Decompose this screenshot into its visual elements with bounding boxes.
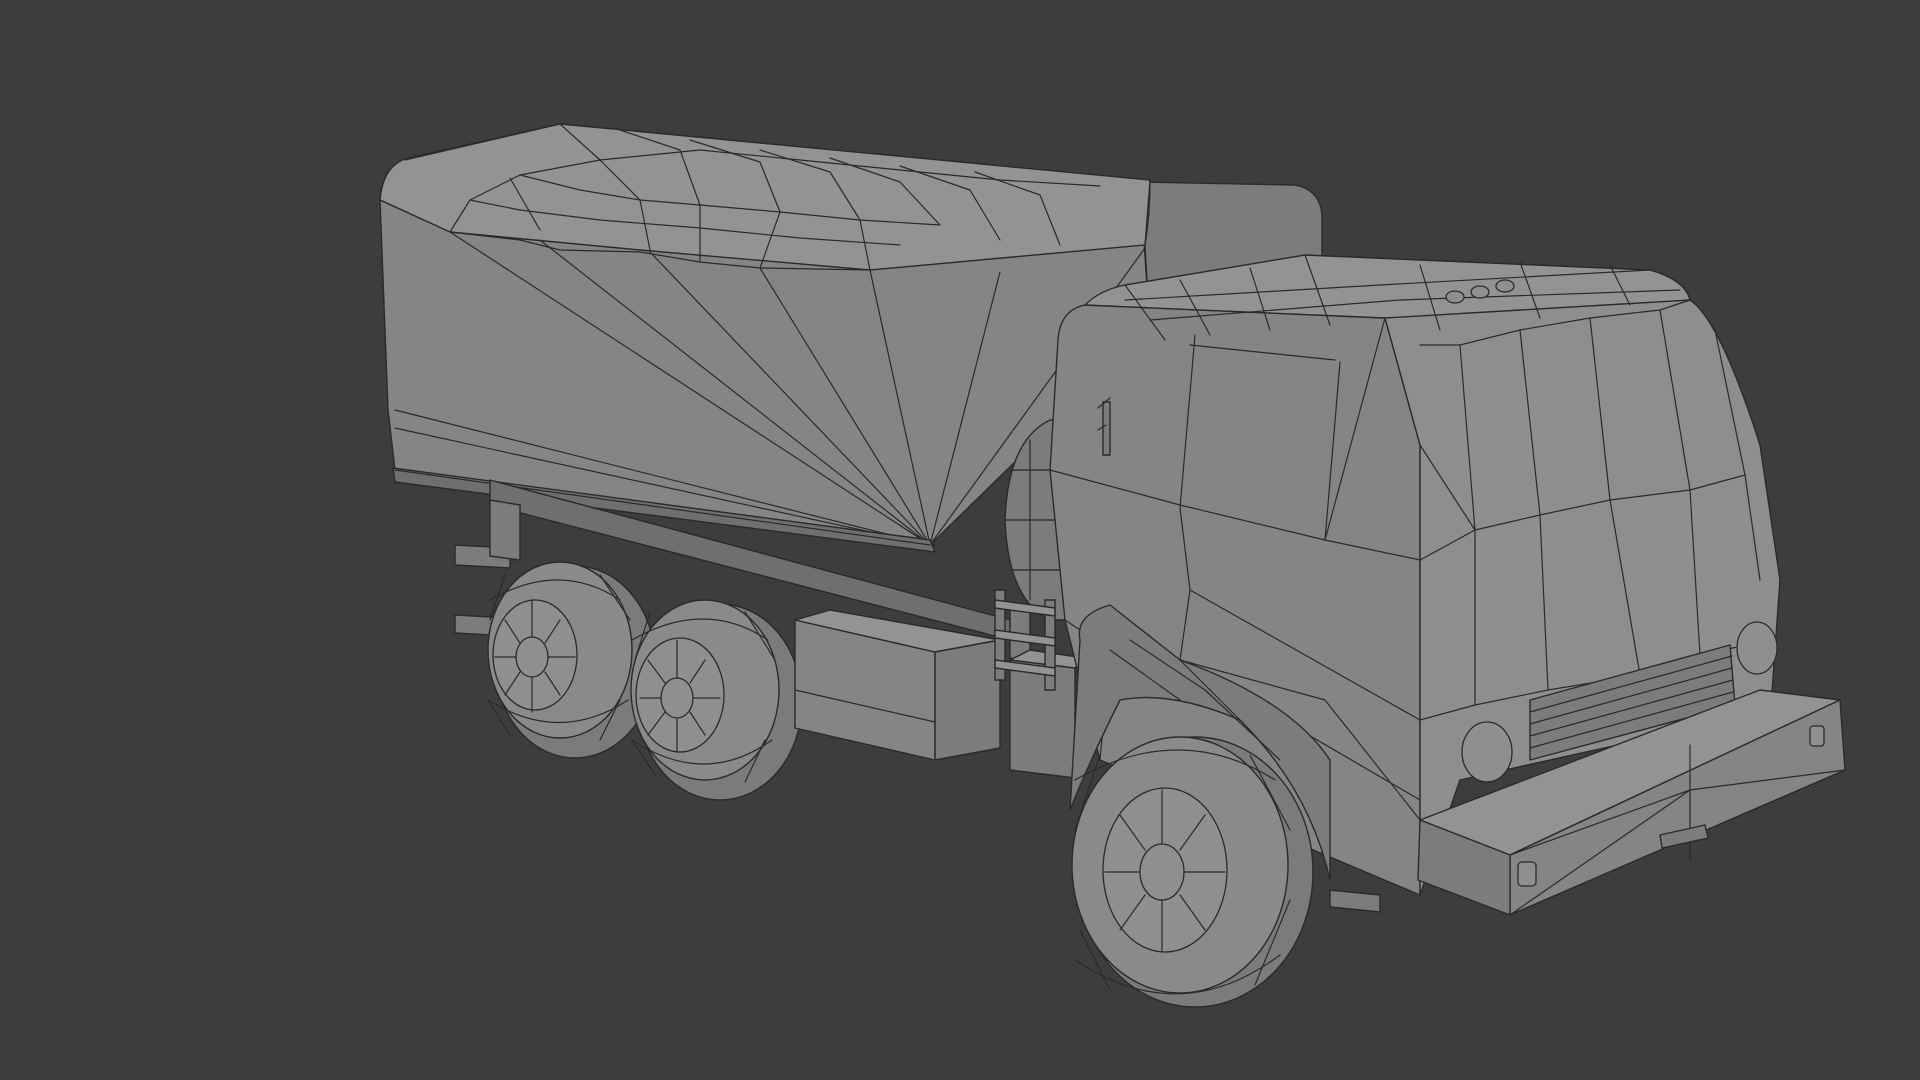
3d-viewport[interactable] — [0, 0, 1920, 1080]
fuel-tank[interactable] — [794, 609, 1086, 779]
headlight-left[interactable] — [1461, 721, 1513, 783]
rear-wheel-2[interactable] — [630, 599, 803, 801]
rear-wheel-1[interactable] — [487, 561, 656, 759]
headlight-right[interactable] — [1736, 621, 1778, 675]
truck-model[interactable] — [0, 0, 1920, 1080]
